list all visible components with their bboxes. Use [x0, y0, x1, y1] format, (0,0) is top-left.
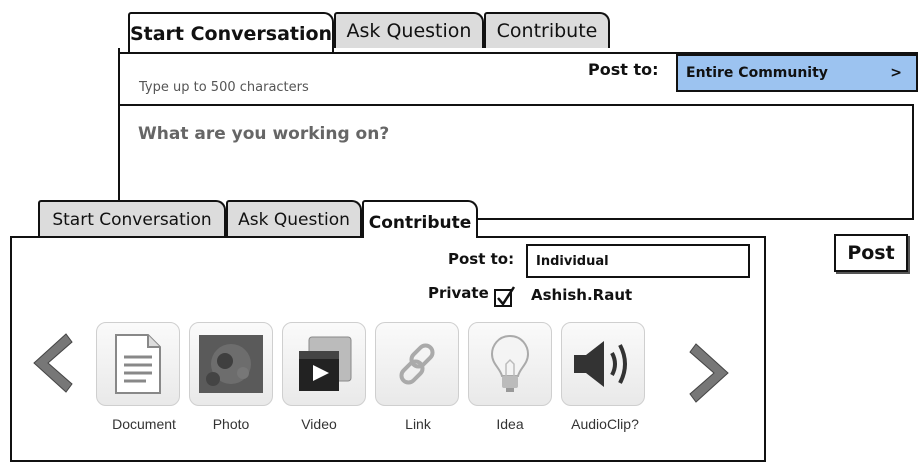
- front-post-to-value: Individual: [536, 253, 609, 269]
- back-post-to-label: Post to:: [588, 60, 659, 79]
- carousel-prev-button[interactable]: [26, 332, 74, 394]
- caption-link: Link: [405, 416, 431, 432]
- back-tab-contribute[interactable]: Contribute: [484, 12, 610, 48]
- chevron-right-icon: [689, 343, 729, 403]
- caption-photo: Photo: [212, 416, 250, 432]
- textarea-placeholder: What are you working on?: [138, 124, 390, 144]
- back-tab-ask-question[interactable]: Ask Question: [334, 12, 484, 48]
- checkmark-icon: [494, 286, 516, 307]
- user-name: Ashish.Raut: [531, 286, 633, 304]
- caption-video: Video: [301, 416, 337, 432]
- front-post-to-field[interactable]: Individual: [526, 244, 750, 278]
- back-tab-start-conversation[interactable]: Start Conversation: [128, 12, 334, 54]
- carousel-item-photo[interactable]: [189, 322, 273, 406]
- private-label: Private: [428, 284, 489, 302]
- lightbulb-icon: [490, 334, 530, 392]
- speaker-icon: [574, 341, 627, 387]
- front-tab-ask-question[interactable]: Ask Question: [226, 200, 362, 238]
- caption-document: Document: [112, 416, 176, 432]
- carousel-item-idea[interactable]: [468, 322, 552, 406]
- carousel-item-link[interactable]: [375, 322, 459, 406]
- caption-audioclip: AudioClip?: [571, 416, 639, 432]
- chevron-left-icon: [33, 333, 73, 393]
- document-icon: [115, 334, 161, 394]
- back-post-to-dropdown[interactable]: Entire Community >: [676, 54, 918, 92]
- caption-idea: Idea: [496, 416, 524, 432]
- active-tab-join: [364, 234, 476, 240]
- carousel-next-button[interactable]: [688, 342, 736, 404]
- private-checkbox[interactable]: [494, 286, 516, 307]
- front-post-to-label: Post to:: [448, 250, 515, 268]
- front-tab-start-conversation[interactable]: Start Conversation: [38, 200, 226, 238]
- video-icon: [299, 336, 352, 391]
- link-icon: [399, 343, 435, 385]
- carousel-item-video[interactable]: [282, 322, 366, 406]
- back-post-to-value: Entire Community: [686, 65, 828, 81]
- carousel-item-audioclip[interactable]: [561, 322, 645, 406]
- post-button[interactable]: Post: [834, 234, 908, 272]
- chevron-right-icon: >: [890, 65, 902, 81]
- carousel-item-document[interactable]: [96, 322, 180, 406]
- char-limit-hint: Type up to 500 characters: [139, 80, 309, 95]
- photo-icon: [199, 335, 263, 393]
